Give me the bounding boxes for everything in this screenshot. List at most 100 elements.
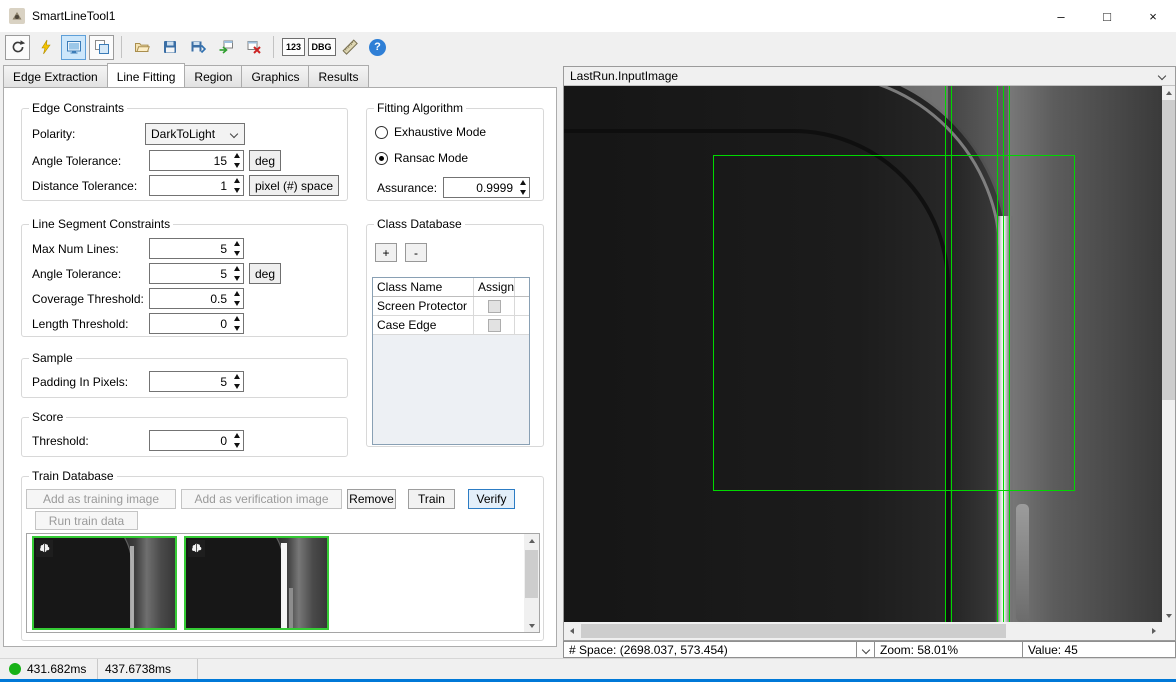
segment-angle-unit-button[interactable]: deg	[249, 263, 281, 284]
column-header-assign[interactable]: Assign	[474, 278, 515, 296]
tab-region[interactable]: Region	[184, 65, 242, 87]
radio-icon[interactable]	[375, 152, 388, 165]
class-table[interactable]: Class Name Assign Screen Protector Case …	[372, 277, 530, 445]
spinner-up-icon[interactable]	[230, 239, 243, 249]
angle-tolerance-spinner[interactable]: 15	[149, 150, 244, 171]
input-image-viewport[interactable]	[564, 86, 1162, 622]
spinner-up-icon[interactable]	[516, 178, 529, 188]
verify-button[interactable]: Verify	[468, 489, 515, 509]
spinner-down-icon[interactable]	[230, 161, 243, 171]
spinner-value[interactable]: 5	[150, 239, 230, 258]
spinner-up-icon[interactable]	[230, 314, 243, 324]
spinner-down-icon[interactable]	[230, 249, 243, 259]
segment-angle-tolerance-spinner[interactable]: 5	[149, 263, 244, 284]
max-num-lines-spinner[interactable]: 5	[149, 238, 244, 259]
close-button[interactable]: ×	[1130, 0, 1176, 32]
chevron-down-icon[interactable]	[1158, 72, 1166, 80]
assign-checkbox[interactable]	[488, 319, 501, 332]
spinner-down-icon[interactable]	[230, 324, 243, 334]
horizontal-scroll-thumb[interactable]	[581, 624, 1006, 638]
train-thumbnail[interactable]	[32, 536, 177, 630]
table-row[interactable]: Case Edge	[373, 316, 529, 335]
scroll-down-icon[interactable]	[524, 619, 539, 632]
remove-class-button[interactable]: -	[405, 243, 427, 262]
tab-edge-extraction[interactable]: Edge Extraction	[3, 65, 108, 87]
column-header-class-name[interactable]: Class Name	[373, 278, 474, 296]
save-icon[interactable]	[157, 35, 182, 60]
image-display-icon[interactable]	[61, 35, 86, 60]
save-record-icon[interactable]	[185, 35, 210, 60]
scroll-left-icon[interactable]	[564, 622, 580, 640]
scroll-right-icon[interactable]	[1146, 622, 1162, 640]
add-verification-image-button[interactable]: Add as verification image	[181, 489, 342, 509]
spinner-value[interactable]: 5	[150, 264, 230, 283]
spinner-down-icon[interactable]	[230, 441, 243, 451]
train-thumbnail[interactable]	[184, 536, 329, 630]
score-threshold-spinner[interactable]: 0	[149, 430, 244, 451]
image-horizontal-scrollbar[interactable]	[564, 622, 1162, 640]
distance-unit-button[interactable]: pixel (#) space	[249, 175, 339, 196]
add-training-image-button[interactable]: Add as training image	[26, 489, 176, 509]
open-folder-icon[interactable]	[129, 35, 154, 60]
scroll-thumb[interactable]	[525, 550, 538, 598]
assign-checkbox[interactable]	[488, 300, 501, 313]
spinner-up-icon[interactable]	[230, 151, 243, 161]
tab-graphics[interactable]: Graphics	[241, 65, 309, 87]
debug-button[interactable]: DBG	[309, 35, 334, 60]
ruler-icon[interactable]	[337, 35, 362, 60]
spinner-up-icon[interactable]	[230, 372, 243, 382]
train-image-list[interactable]	[26, 533, 540, 633]
spinner-value[interactable]: 5	[150, 372, 230, 391]
train-list-sc scrollbar[interactable]	[524, 534, 539, 632]
run-loop-icon[interactable]	[5, 35, 30, 60]
table-row[interactable]: Screen Protector	[373, 297, 529, 316]
copy-display-icon[interactable]	[89, 35, 114, 60]
distance-tolerance-spinner[interactable]: 1	[149, 175, 244, 196]
tab-results[interactable]: Results	[308, 65, 368, 87]
spinner-value[interactable]: 0	[150, 314, 230, 333]
exhaustive-mode-radio[interactable]: Exhaustive Mode	[375, 125, 486, 139]
spinner-value[interactable]: 1	[150, 176, 230, 195]
add-record-icon[interactable]	[213, 35, 238, 60]
image-header[interactable]: LastRun.InputImage	[564, 67, 1175, 86]
padding-spinner[interactable]: 5	[149, 371, 244, 392]
scroll-down-icon[interactable]	[1162, 609, 1175, 622]
tab-line-fitting[interactable]: Line Fitting	[107, 63, 186, 87]
spinner-down-icon[interactable]	[230, 382, 243, 392]
radio-icon[interactable]	[375, 126, 388, 139]
delete-record-icon[interactable]	[241, 35, 266, 60]
spinner-value[interactable]: 0.9999	[444, 178, 516, 197]
scroll-up-icon[interactable]	[524, 534, 539, 547]
remove-button[interactable]: Remove	[347, 489, 396, 509]
class-name-cell[interactable]: Case Edge	[373, 316, 474, 334]
lightning-icon[interactable]	[33, 35, 58, 60]
spinner-value[interactable]: 0.5	[150, 289, 230, 308]
run-train-data-button[interactable]: Run train data	[35, 511, 138, 530]
ransac-mode-radio[interactable]: Ransac Mode	[375, 151, 468, 165]
assurance-spinner[interactable]: 0.9999	[443, 177, 530, 198]
spinner-down-icon[interactable]	[516, 188, 529, 198]
add-class-button[interactable]: +	[375, 243, 397, 262]
polarity-combobox[interactable]: DarkToLight	[145, 123, 245, 145]
spinner-value[interactable]: 0	[150, 431, 230, 450]
vertical-scroll-thumb[interactable]	[1162, 100, 1175, 400]
class-name-cell[interactable]: Screen Protector	[373, 297, 474, 315]
train-button[interactable]: Train	[408, 489, 455, 509]
image-vertical-scrollbar[interactable]	[1162, 86, 1175, 622]
spinner-up-icon[interactable]	[230, 289, 243, 299]
spinner-up-icon[interactable]	[230, 176, 243, 186]
minimize-button[interactable]: –	[1038, 0, 1084, 32]
numeric-123-button[interactable]: 123	[281, 35, 306, 60]
space-dropdown-button[interactable]	[856, 641, 875, 658]
spinner-down-icon[interactable]	[230, 299, 243, 309]
help-icon[interactable]: ?	[365, 35, 390, 60]
angle-unit-button[interactable]: deg	[249, 150, 281, 171]
scroll-up-icon[interactable]	[1162, 86, 1175, 99]
spinner-down-icon[interactable]	[230, 274, 243, 284]
input-image[interactable]	[564, 86, 1162, 622]
spinner-up-icon[interactable]	[230, 264, 243, 274]
maximize-button[interactable]: □	[1084, 0, 1130, 32]
spinner-value[interactable]: 15	[150, 151, 230, 170]
coverage-threshold-spinner[interactable]: 0.5	[149, 288, 244, 309]
spinner-down-icon[interactable]	[230, 186, 243, 196]
